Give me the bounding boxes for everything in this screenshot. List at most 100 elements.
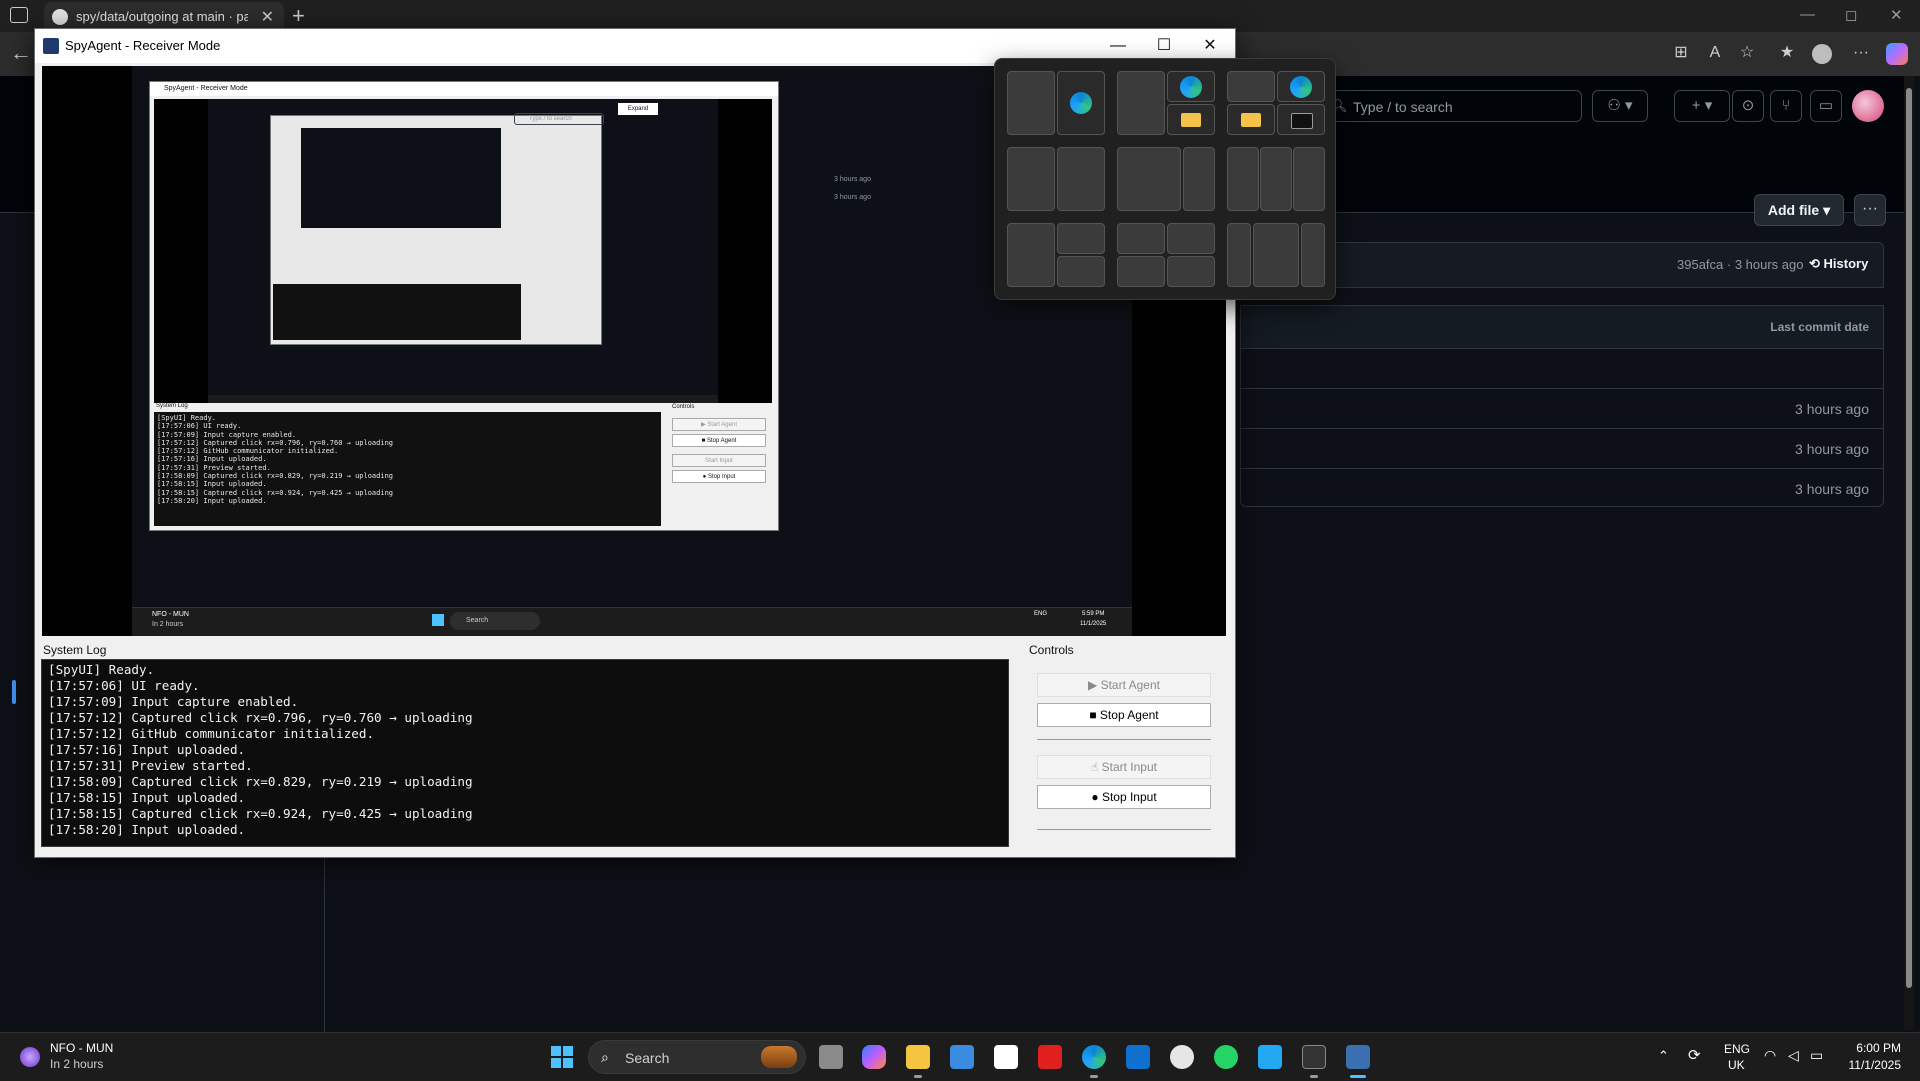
language-indicator[interactable]: ENG [1724,1042,1750,1056]
browser-restore-button[interactable]: ◻ [1845,6,1857,24]
wifi-icon[interactable]: ◠ [1764,1047,1776,1064]
file-explorer-icon[interactable] [906,1045,930,1069]
snap-zone[interactable] [1117,147,1181,211]
snap-zone[interactable] [1277,104,1325,135]
app-title: SpyAgent - Receiver Mode [65,38,221,53]
new-tab-button[interactable]: + [292,3,305,29]
preview-nested-preview: Expand Type / to search [154,99,772,403]
apps-icon[interactable]: ⊞ [1672,44,1690,62]
file-table: Last commit date 3 hours ago 3 hours ago… [1240,305,1884,507]
commit-meta[interactable]: 395afca · 3 hours ago [1677,257,1803,272]
snap-zone[interactable] [1007,71,1055,135]
favorites-icon[interactable]: ★ [1778,44,1796,62]
python-app-icon[interactable] [1346,1045,1370,1069]
preview-deep-window [270,115,602,345]
clock-date[interactable]: 11/1/2025 [1845,1058,1902,1072]
snap-zone[interactable] [1007,223,1055,287]
weather-icon[interactable] [20,1047,40,1067]
start-agent-button[interactable]: ▶ Start Agent [1037,673,1211,697]
issues-icon[interactable]: ⊙ [1732,90,1764,122]
search-icon: ⌕ [601,1049,609,1065]
system-log[interactable]: [SpyUI] Ready. [17:57:06] UI ready. [17:… [41,659,1009,847]
snap-zone[interactable] [1117,71,1165,135]
battery-icon[interactable]: ▭ [1810,1047,1823,1064]
snap-zone[interactable] [1301,223,1325,287]
snap-zone[interactable] [1227,104,1275,135]
volume-icon[interactable]: ◁ [1788,1047,1799,1064]
start-input-label: Start Input [1101,760,1157,774]
outlook-icon[interactable] [1126,1045,1150,1069]
snap-zone[interactable] [1183,147,1215,211]
clock-time[interactable]: 6:00 PM [1845,1041,1901,1055]
copilot-app-icon[interactable] [862,1045,886,1069]
tab-close-icon[interactable]: ✕ [261,7,274,27]
browser-minimize-button[interactable]: — [1800,6,1815,23]
scrollbar-thumb[interactable] [1906,88,1912,988]
more-options-button[interactable]: ··· [1854,194,1886,226]
snap-zone[interactable] [1277,71,1325,102]
edge-icon[interactable] [1082,1045,1106,1069]
inbox-icon[interactable]: ▭ [1810,90,1842,122]
back-button[interactable]: ← [10,40,32,66]
store-icon[interactable] [950,1045,974,1069]
table-row[interactable]: 3 hours ago [1241,468,1883,509]
stop-input-button[interactable]: ● Stop Input [1037,785,1211,809]
snap-zone[interactable] [1057,256,1105,287]
stop-agent-button[interactable]: ■ Stop Agent [1037,703,1211,727]
user-avatar[interactable] [1852,90,1884,122]
create-new-button[interactable]: + ▾ [1674,90,1730,122]
settings-more-icon[interactable]: ··· [1852,44,1870,62]
start-button[interactable] [551,1046,573,1068]
weather-title[interactable]: NFO - MUN [50,1041,113,1055]
sync-icon[interactable]: ⟳ [1688,1046,1701,1064]
snap-zone[interactable] [1167,256,1215,287]
show-hidden-icons[interactable]: ⌃ [1658,1048,1669,1064]
row-age: 3 hours ago [1795,481,1869,497]
task-view-icon[interactable] [819,1045,843,1069]
read-aloud-icon[interactable]: A [1706,44,1724,62]
pull-requests-icon[interactable]: ⑂ [1770,90,1802,122]
tab-actions-icon[interactable] [10,7,28,23]
browser-close-button[interactable]: ✕ [1890,6,1903,24]
snap-zone[interactable] [1167,104,1215,135]
add-file-button[interactable]: Add file ▾ [1754,194,1844,226]
table-row[interactable] [1241,348,1883,389]
preview-weather: NFO - MUN [152,611,189,618]
snap-zone[interactable] [1227,223,1251,287]
snap-zone[interactable] [1293,147,1325,211]
table-row[interactable]: 3 hours ago [1241,388,1883,429]
favorite-star-icon[interactable]: ☆ [1738,44,1756,62]
browser-profile-avatar[interactable] [1812,44,1832,64]
taskbar-search[interactable]: ⌕ Search [588,1040,806,1074]
edge-icon [1180,75,1202,98]
vscode-icon[interactable] [1258,1045,1282,1069]
snap-zone[interactable] [1167,223,1215,254]
table-row[interactable]: 3 hours ago [1241,428,1883,469]
app-icon[interactable] [1038,1045,1062,1069]
snap-zone[interactable] [1057,223,1105,254]
log-line: [17:57:09] Input capture enabled. [48,694,299,709]
app-icon[interactable] [994,1045,1018,1069]
weather-subtitle[interactable]: In 2 hours [50,1057,103,1071]
snap-zone[interactable] [1057,71,1105,135]
snap-zone[interactable] [1117,256,1165,287]
snap-zone[interactable] [1057,147,1105,211]
snap-zone[interactable] [1167,71,1215,102]
snap-zone[interactable] [1227,147,1259,211]
snap-zone[interactable] [1253,223,1299,287]
snap-zone[interactable] [1227,71,1275,102]
copilot-icon[interactable] [1886,43,1908,65]
history-link[interactable]: ⟲ History [1809,256,1868,272]
snap-zone[interactable] [1260,147,1292,211]
region-indicator[interactable]: UK [1728,1058,1745,1072]
snap-zone[interactable] [1117,223,1165,254]
whatsapp-icon[interactable] [1214,1045,1238,1069]
snap-zone[interactable] [1007,147,1055,211]
folder-icon [1181,112,1201,127]
page-scrollbar[interactable] [1904,76,1914,1030]
github-search-input[interactable]: 🔍︎ Type / to search [1320,90,1582,122]
app-icon[interactable] [1170,1045,1194,1069]
copilot-button[interactable]: ⚇ ▾ [1592,90,1648,122]
start-input-button[interactable]: ☝︎ Start Input [1037,755,1211,779]
terminal-icon[interactable] [1302,1045,1326,1069]
